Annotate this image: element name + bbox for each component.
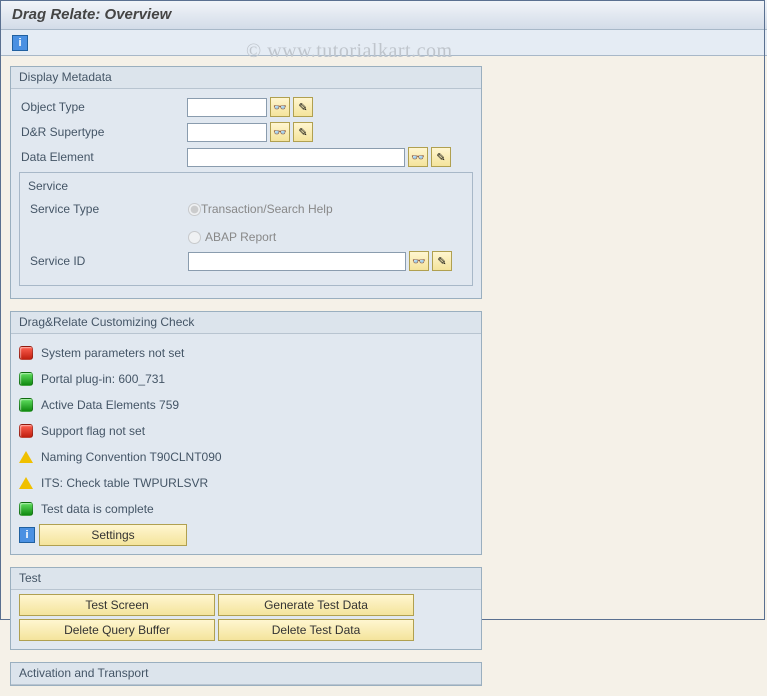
- glasses-icon[interactable]: 👓: [270, 122, 290, 142]
- delete-query-buffer-button[interactable]: Delete Query Buffer: [19, 619, 215, 641]
- status-text: Portal plug-in: 600_731: [41, 372, 165, 386]
- input-data-element[interactable]: [187, 148, 405, 167]
- row-service-id: Service ID 👓 ✎: [28, 250, 464, 272]
- status-text: System parameters not set: [41, 346, 184, 360]
- radio-label-transaction: Transaction/Search Help: [201, 202, 333, 216]
- radio-label-abap: ABAP Report: [205, 230, 276, 244]
- panel-test: Test Test Screen Generate Test Data Dele…: [10, 567, 482, 650]
- pencil-icon[interactable]: ✎: [293, 97, 313, 117]
- panel-display-metadata: Display Metadata Object Type 👓 ✎ D&R Sup…: [10, 66, 482, 299]
- test-screen-button[interactable]: Test Screen: [19, 594, 215, 616]
- row-data-element: Data Element 👓 ✎: [19, 146, 473, 168]
- delete-test-data-button[interactable]: Delete Test Data: [218, 619, 414, 641]
- glasses-icon[interactable]: 👓: [270, 97, 290, 117]
- row-service-type: Service Type Transaction/Search Help: [28, 202, 464, 224]
- warning-icon: [19, 477, 33, 489]
- radio-abap-report: [188, 231, 201, 244]
- status-row: System parameters not set: [19, 342, 473, 364]
- status-row: Active Data Elements 759: [19, 394, 473, 416]
- info-icon[interactable]: i: [19, 527, 35, 543]
- label-object-type: Object Type: [19, 100, 187, 114]
- label-service-id: Service ID: [28, 254, 188, 268]
- toolbar: i: [0, 30, 767, 56]
- warning-icon: [19, 451, 33, 463]
- status-text: Test data is complete: [41, 502, 154, 516]
- status-text: Active Data Elements 759: [41, 398, 179, 412]
- status-text: ITS: Check table TWPURLSVR: [41, 476, 208, 490]
- pencil-icon[interactable]: ✎: [432, 251, 452, 271]
- pencil-icon[interactable]: ✎: [293, 122, 313, 142]
- pencil-icon[interactable]: ✎: [431, 147, 451, 167]
- status-row: Portal plug-in: 600_731: [19, 368, 473, 390]
- sub-panel-service: Service Service Type Transaction/Search …: [19, 172, 473, 286]
- panel-customizing-check: Drag&Relate Customizing Check System par…: [10, 311, 482, 555]
- radio-transaction: [188, 203, 201, 216]
- glasses-icon[interactable]: 👓: [408, 147, 428, 167]
- input-object-type[interactable]: [187, 98, 267, 117]
- page-title: Drag Relate: Overview: [0, 0, 767, 30]
- panel-activation: Activation and Transport: [10, 662, 482, 686]
- content-area: Display Metadata Object Type 👓 ✎ D&R Sup…: [0, 56, 767, 696]
- error-icon: [19, 346, 33, 360]
- status-text: Naming Convention T90CLNT090: [41, 450, 222, 464]
- panel-title: Test: [11, 568, 481, 590]
- status-row: ITS: Check table TWPURLSVR: [19, 472, 473, 494]
- generate-test-data-button[interactable]: Generate Test Data: [218, 594, 414, 616]
- error-icon: [19, 424, 33, 438]
- info-icon[interactable]: i: [12, 35, 28, 51]
- ok-icon: [19, 372, 33, 386]
- input-supertype[interactable]: [187, 123, 267, 142]
- label-supertype: D&R Supertype: [19, 125, 187, 139]
- label-service-type: Service Type: [28, 202, 188, 216]
- status-row: Test data is complete: [19, 498, 473, 520]
- panel-title: Activation and Transport: [11, 663, 481, 685]
- test-button-grid: Test Screen Generate Test Data Delete Qu…: [19, 594, 473, 641]
- status-row: Support flag not set: [19, 420, 473, 442]
- glasses-icon[interactable]: 👓: [409, 251, 429, 271]
- status-text: Support flag not set: [41, 424, 145, 438]
- row-abap-report: ABAP Report: [188, 227, 464, 247]
- input-service-id[interactable]: [188, 252, 406, 271]
- settings-button[interactable]: Settings: [39, 524, 187, 546]
- panel-title: Drag&Relate Customizing Check: [11, 312, 481, 334]
- row-object-type: Object Type 👓 ✎: [19, 96, 473, 118]
- settings-row: i Settings: [19, 524, 473, 546]
- ok-icon: [19, 398, 33, 412]
- status-row: Naming Convention T90CLNT090: [19, 446, 473, 468]
- panel-title: Display Metadata: [11, 67, 481, 89]
- ok-icon: [19, 502, 33, 516]
- label-data-element: Data Element: [19, 150, 187, 164]
- row-supertype: D&R Supertype 👓 ✎: [19, 121, 473, 143]
- service-title: Service: [28, 177, 464, 199]
